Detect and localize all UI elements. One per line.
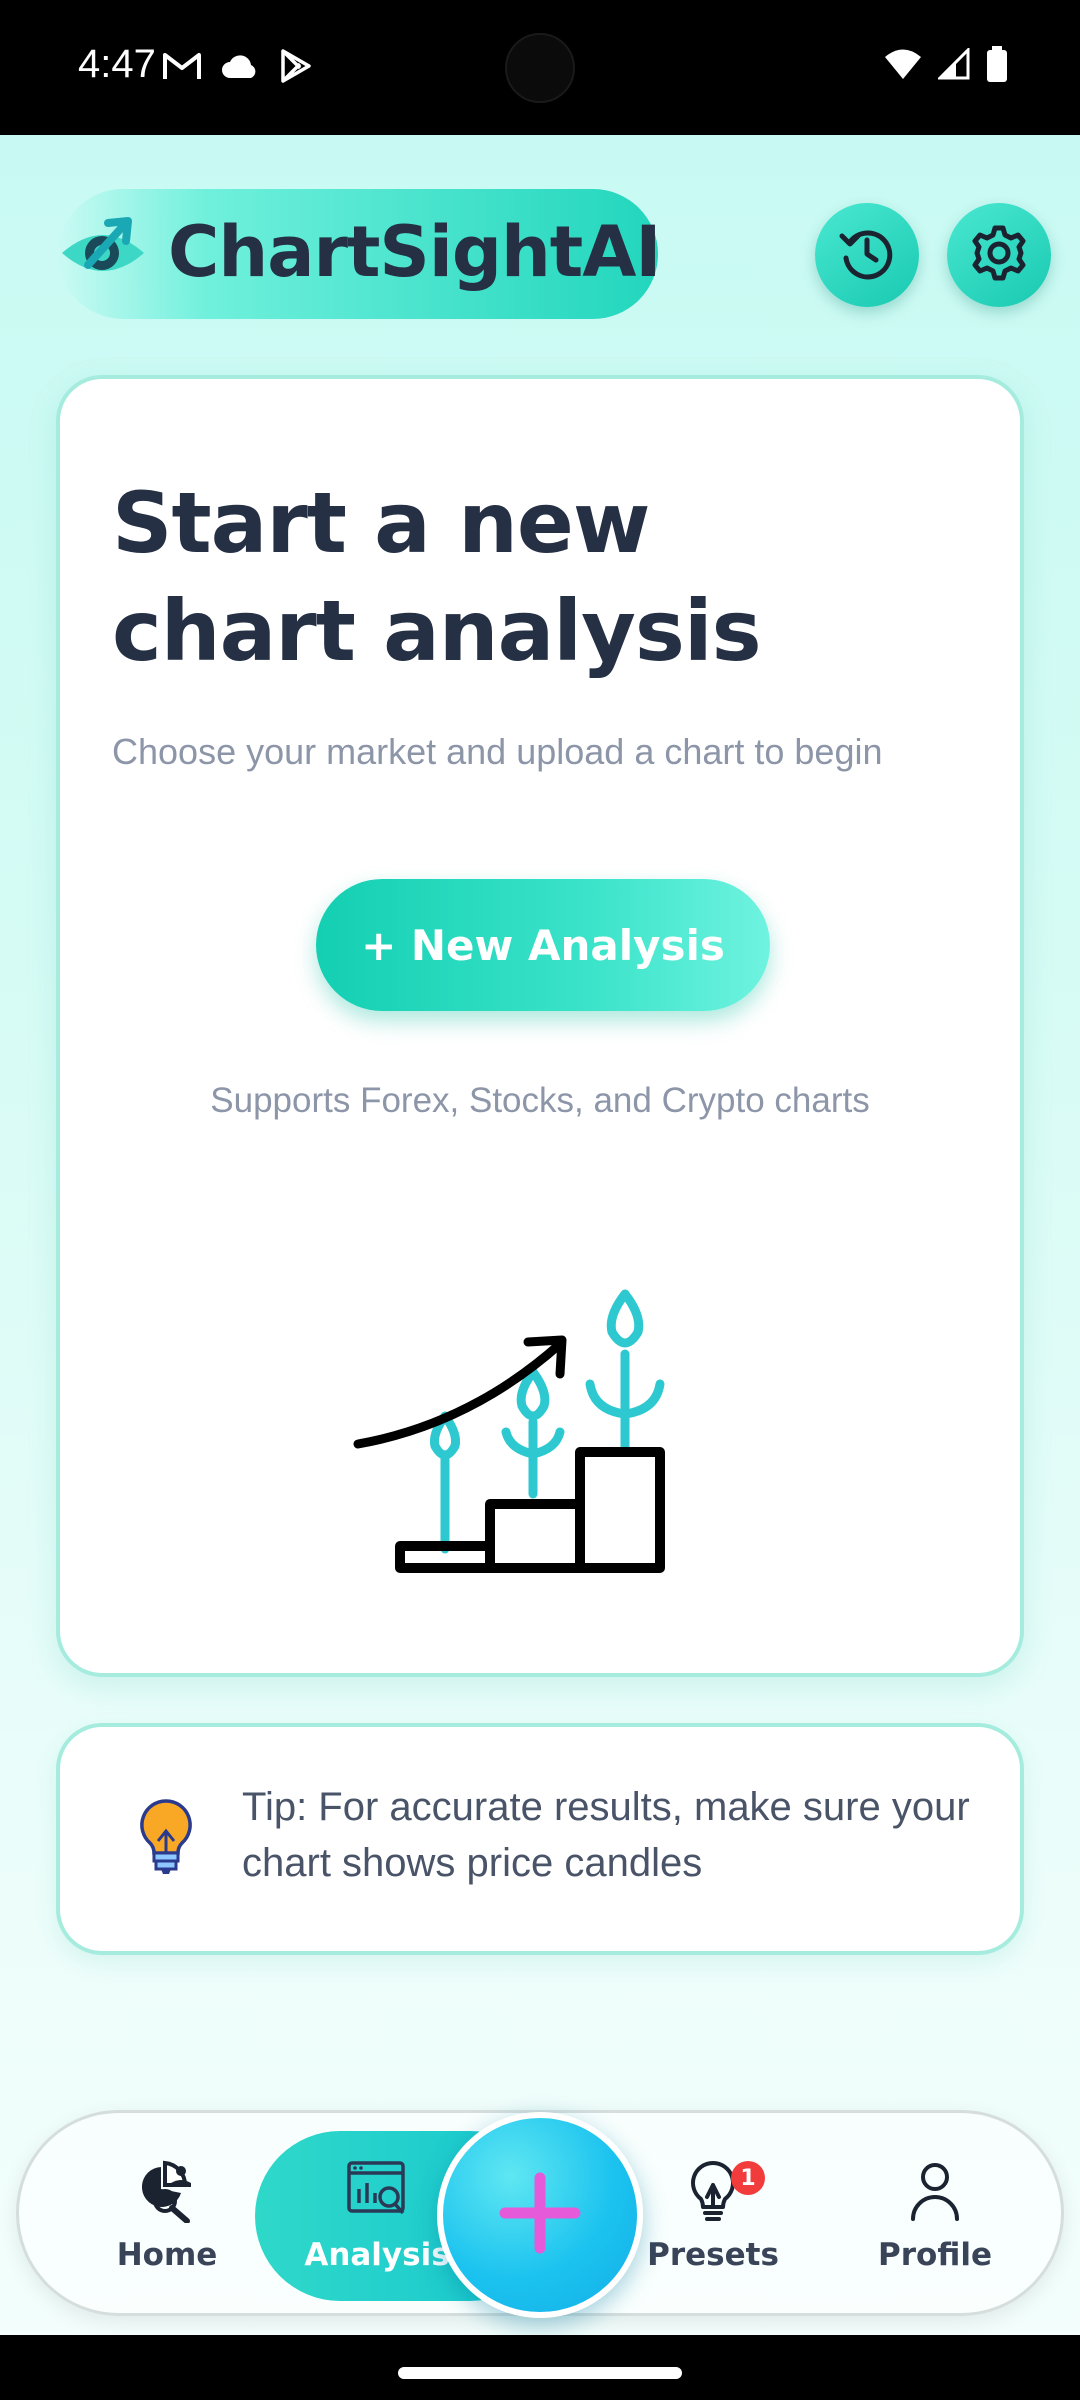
new-analysis-card: Start a new chart analysis Choose your m… [56, 375, 1024, 1677]
nav-home[interactable]: Home [67, 2113, 267, 2319]
battery-icon [986, 46, 1008, 86]
status-time: 4:47 [78, 42, 156, 86]
nav-presets[interactable]: 1 Presets [613, 2113, 813, 2319]
settings-button[interactable] [947, 203, 1051, 307]
home-gesture-handle[interactable] [398, 2367, 682, 2379]
play-store-icon [278, 48, 314, 88]
add-fab-button[interactable] [437, 2112, 643, 2318]
cloud-icon [220, 52, 260, 84]
new-analysis-button[interactable]: + New Analysis [316, 879, 770, 1011]
status-bar: 4:47 [0, 0, 1080, 135]
home-analytics-icon [135, 2159, 199, 2227]
card-title: Start a new chart analysis [112, 474, 762, 680]
app-screen: ChartSightAI Start a new chart analysis … [0, 135, 1080, 2335]
gear-icon [970, 224, 1028, 286]
status-left-icons [162, 48, 314, 88]
nav-home-label: Home [116, 2237, 218, 2273]
system-gesture-area [0, 2335, 1080, 2400]
app-title: ChartSightAI [168, 211, 661, 293]
history-button[interactable] [815, 203, 919, 307]
nav-analysis-label: Analysis [304, 2237, 450, 2273]
plus-icon [495, 2168, 585, 2262]
status-right-icons [884, 46, 1008, 86]
history-icon [838, 224, 896, 286]
gmail-icon [162, 50, 202, 86]
supported-markets-text: Supports Forex, Stocks, and Crypto chart… [210, 1081, 870, 1120]
growth-chart-icon [350, 1284, 750, 1584]
tip-text: Tip: For accurate results, make sure you… [242, 1785, 970, 1885]
user-icon [903, 2159, 967, 2227]
tip-card: Tip: For accurate results, make sure you… [56, 1723, 1024, 1955]
nav-presets-label: Presets [647, 2237, 779, 2273]
lightbulb-icon [134, 1797, 198, 1877]
analysis-icon [345, 2159, 409, 2227]
presets-badge: 1 [731, 2161, 765, 2195]
nav-profile-label: Profile [878, 2237, 992, 2273]
nav-profile[interactable]: Profile [835, 2113, 1035, 2319]
wifi-icon [884, 48, 922, 84]
signal-icon [936, 46, 970, 84]
card-subtitle: Choose your market and upload a chart to… [112, 731, 883, 772]
app-header: ChartSightAI [0, 135, 1080, 365]
eye-arrow-logo-icon [58, 207, 148, 297]
camera-cutout [505, 33, 575, 103]
